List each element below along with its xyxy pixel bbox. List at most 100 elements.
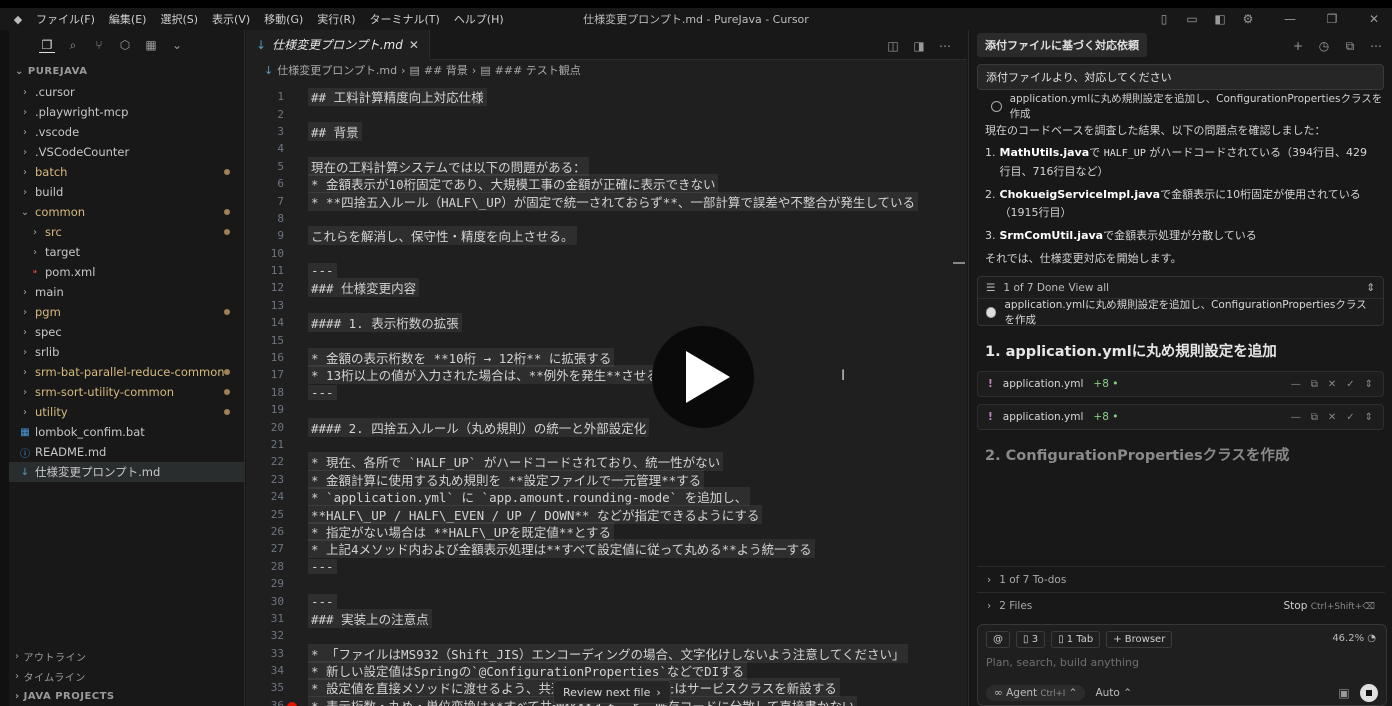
breadcrumb-file[interactable]: 仕様変更プロンプト.md: [277, 62, 397, 78]
chevron-right-icon: ›: [23, 166, 27, 178]
explorer-section-header[interactable]: ⌄ PUREJAVA: [9, 60, 244, 82]
stop-generation-button[interactable]: [1360, 684, 1378, 702]
file-change-card[interactable]: ! application.yml +8 • — ⧉ ✕ ✓ ⇕: [977, 404, 1384, 430]
menu-item[interactable]: 実行(R): [317, 11, 355, 27]
code-editor[interactable]: 1 ## 工料計算精度向上対応仕様 2 3 ## 背景 4 5 現在の工料計算システムでは以下…: [246, 88, 967, 706]
copy-icon[interactable]: ⧉: [1311, 412, 1318, 423]
split-editor-icon[interactable]: ◨: [911, 38, 927, 54]
tree-item[interactable]: ⌄ common: [9, 202, 244, 222]
tree-item[interactable]: ⓘ README.md: [9, 442, 244, 462]
expand-icon[interactable]: ⇕: [1365, 379, 1373, 390]
close-tab-icon[interactable]: ✕: [409, 38, 419, 52]
sidebar-view-icons: ❐ ⌕ ⑂ ⬡ ▦ ⌄: [9, 30, 244, 60]
line-number: 26: [270, 524, 284, 538]
accept-icon[interactable]: ✓: [1346, 412, 1354, 423]
collapse-icon[interactable]: —: [1291, 379, 1301, 390]
minimize-icon[interactable]: —: [1282, 11, 1298, 27]
tab-spec-prompt[interactable]: ↓ 仕様変更プロンプト.md ✕: [246, 29, 430, 60]
explorer-files-icon[interactable]: ❐: [39, 37, 55, 53]
agent-mode-dropdown[interactable]: ∞ Agent Ctrl+I ⌃: [986, 685, 1086, 701]
user-message[interactable]: 添付ファイルより、対応してください: [977, 64, 1384, 90]
tree-item[interactable]: › srlib: [9, 342, 244, 362]
settings-gear-icon[interactable]: ⚙: [1240, 11, 1256, 27]
tree-item[interactable]: › utility: [9, 402, 244, 422]
image-attach-icon[interactable]: ▣: [1336, 685, 1352, 701]
tree-item[interactable]: › pgm: [9, 302, 244, 322]
breadcrumb-section[interactable]: ## 背景: [424, 62, 468, 78]
tree-item[interactable]: › target: [9, 242, 244, 262]
view-all-link[interactable]: View all: [1069, 282, 1110, 294]
reject-icon[interactable]: ✕: [1328, 379, 1336, 390]
tree-item[interactable]: › spec: [9, 322, 244, 342]
grid-view-icon[interactable]: ▦: [143, 37, 159, 53]
tree-item[interactable]: › srm-bat-parallel-reduce-common: [9, 362, 244, 382]
tree-item[interactable]: › .playwright-mcp: [9, 102, 244, 122]
context-files-pill[interactable]: ▯ 3: [1016, 631, 1046, 648]
menu-item[interactable]: 移動(G): [264, 11, 303, 27]
todo-box-header[interactable]: ☰ 1 of 7 Done View all ⇕: [978, 277, 1383, 299]
editor-tabs: ↓ 仕様変更プロンプト.md ✕ ◫ ◨ ⋯: [246, 29, 967, 60]
tab-context-pill[interactable]: ▯ 1 Tab: [1051, 631, 1101, 648]
browser-pill[interactable]: + Browser: [1106, 631, 1173, 648]
new-chat-icon[interactable]: +: [1290, 38, 1306, 54]
reject-icon[interactable]: ✕: [1328, 412, 1336, 423]
mention-button[interactable]: @: [986, 631, 1010, 648]
file-change-card[interactable]: ! application.yml +8 • — ⧉ ✕ ✓ ⇕: [977, 371, 1384, 397]
tree-item[interactable]: › .cursor: [9, 82, 244, 102]
search-icon[interactable]: ⌕: [65, 37, 81, 53]
tree-item-label: srm-sort-utility-common: [35, 385, 175, 399]
finding-code: HALF_UP: [1103, 148, 1146, 159]
expand-icon[interactable]: ⇕: [1366, 282, 1375, 294]
toggle-panel-icon[interactable]: ▭: [1184, 11, 1200, 27]
accept-icon[interactable]: ✓: [1346, 379, 1354, 390]
toggle-chat-icon[interactable]: ◧: [1212, 11, 1228, 27]
collapse-icon[interactable]: —: [1291, 412, 1301, 423]
expand-icon[interactable]: ⇕: [1365, 412, 1373, 423]
model-dropdown[interactable]: Auto ⌃: [1095, 687, 1132, 699]
open-preview-icon[interactable]: ◫: [885, 38, 901, 54]
tree-item[interactable]: › build: [9, 182, 244, 202]
chat-tab-title[interactable]: 添付ファイルに基づく対応依頼: [977, 33, 1147, 57]
outline-section[interactable]: › アウトライン: [9, 646, 245, 666]
tree-item[interactable]: › src: [9, 222, 244, 242]
tree-item[interactable]: › .vscode: [9, 122, 244, 142]
stop-button[interactable]: Stop Ctrl+Shift+⌫: [1284, 600, 1376, 612]
breadcrumb-subsection[interactable]: ### テスト観点: [495, 62, 581, 78]
tree-item[interactable]: ▦ lombok_confim.bat: [9, 422, 244, 442]
copy-icon[interactable]: ⧉: [1342, 38, 1358, 54]
toggle-sidebar-icon[interactable]: ▯: [1156, 11, 1172, 27]
menu-item[interactable]: ファイル(F): [36, 11, 95, 27]
java-projects-section[interactable]: › JAVA PROJECTS: [9, 686, 245, 706]
more-actions-icon[interactable]: ⋯: [937, 38, 953, 54]
line-text: * 13桁以上の値が入力された場合は、**例外を発生**させる: [308, 365, 662, 385]
maximize-icon[interactable]: ❐: [1324, 11, 1340, 27]
line-number: 29: [270, 577, 284, 591]
video-play-button[interactable]: [652, 326, 754, 428]
chat-input[interactable]: Plan, search, build anything: [978, 654, 1386, 671]
menu-item[interactable]: ヘルプ(H): [454, 11, 504, 27]
tree-item[interactable]: ↓ 仕様変更プロンプト.md: [9, 462, 244, 482]
source-control-icon[interactable]: ⑂: [91, 37, 107, 53]
close-window-icon[interactable]: ✕: [1366, 11, 1382, 27]
menu-item[interactable]: 選択(S): [160, 11, 198, 27]
cursor-logo-icon: ◆: [13, 12, 23, 26]
todos-collapsed[interactable]: › 1 of 7 To-dos: [977, 566, 1385, 592]
tree-item[interactable]: › main: [9, 282, 244, 302]
tree-item[interactable]: › batch: [9, 162, 244, 182]
menu-item[interactable]: 編集(E): [109, 11, 147, 27]
tree-item[interactable]: ⁍ pom.xml: [9, 262, 244, 282]
review-next-file-button[interactable]: Review next file ›: [553, 680, 671, 704]
chevron-right-icon: ›: [23, 186, 27, 198]
menu-item[interactable]: ターミナル(T): [370, 11, 440, 27]
tree-item[interactable]: › .VSCodeCounter: [9, 142, 244, 162]
files-collapsed[interactable]: › 2 Files Stop Ctrl+Shift+⌫: [977, 592, 1385, 618]
more-icon[interactable]: ⋯: [1368, 38, 1384, 54]
menu-item[interactable]: 表示(V): [212, 11, 250, 27]
line-number: 33: [270, 646, 284, 660]
chevron-down-icon[interactable]: ⌄: [169, 37, 185, 53]
copy-icon[interactable]: ⧉: [1311, 379, 1318, 390]
history-icon[interactable]: ◷: [1316, 38, 1332, 54]
tree-item[interactable]: › srm-sort-utility-common: [9, 382, 244, 402]
extensions-icon[interactable]: ⬡: [117, 37, 133, 53]
timeline-section[interactable]: › タイムライン: [9, 666, 245, 686]
